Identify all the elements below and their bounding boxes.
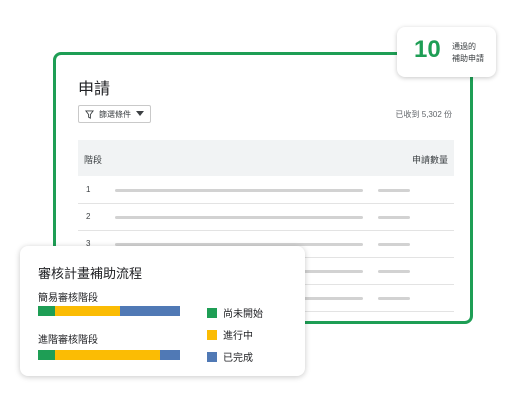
review-flow-card: 審核計畫補助流程 簡易審核階段 進階審核階段 尚未開始 進行中 已完成 bbox=[20, 246, 305, 376]
row-number: 2 bbox=[86, 212, 91, 221]
row-placeholder-count bbox=[378, 189, 410, 192]
segment-done bbox=[160, 350, 180, 360]
row-placeholder-count bbox=[378, 243, 410, 246]
legend-done: 已完成 bbox=[207, 349, 253, 364]
stage-label-advanced: 進階審核階段 bbox=[38, 335, 98, 346]
badge-label-line2: 補助申請 bbox=[452, 54, 484, 63]
legend-swatch-yellow bbox=[207, 329, 217, 340]
segment-in-progress bbox=[55, 350, 161, 360]
column-header-count: 申請數量 bbox=[411, 155, 448, 165]
stage-progress-bar bbox=[38, 350, 180, 360]
filter-label: 篩選條件 bbox=[99, 109, 131, 119]
legend-label: 尚未開始 bbox=[223, 309, 263, 320]
row-number: 1 bbox=[86, 185, 91, 194]
row-placeholder-bar bbox=[115, 216, 363, 219]
table-row[interactable]: 2 bbox=[78, 203, 454, 231]
legend-label: 已完成 bbox=[223, 353, 253, 364]
table-row[interactable]: 1 bbox=[78, 176, 454, 204]
legend-in-progress: 進行中 bbox=[207, 327, 253, 342]
segment-not-started bbox=[38, 350, 56, 360]
chevron-down-icon bbox=[136, 111, 144, 117]
row-placeholder-count bbox=[378, 297, 410, 300]
filter-icon bbox=[85, 109, 94, 119]
legend-swatch-blue bbox=[207, 351, 217, 362]
applications-title: 申請 bbox=[78, 81, 111, 98]
filter-button[interactable]: 篩選條件 bbox=[78, 105, 151, 123]
review-flow-title: 審核計畫補助流程 bbox=[38, 266, 143, 281]
row-placeholder-bar bbox=[115, 189, 363, 192]
received-count: 已收到 5,302 份 bbox=[395, 110, 452, 119]
legend-swatch-green bbox=[207, 307, 217, 318]
segment-not-started bbox=[38, 306, 56, 316]
legend-not-started: 尚未開始 bbox=[207, 305, 263, 320]
stage-progress-bar bbox=[38, 306, 180, 316]
row-placeholder-count bbox=[378, 216, 410, 219]
row-placeholder-count bbox=[378, 270, 410, 273]
column-header-stage: 階段 bbox=[84, 155, 103, 165]
legend-label: 進行中 bbox=[223, 331, 253, 342]
approved-count: 10 bbox=[414, 36, 441, 63]
segment-in-progress bbox=[55, 306, 121, 316]
stage-label-basic: 簡易審核階段 bbox=[38, 293, 98, 304]
segment-done bbox=[120, 306, 180, 316]
table-header: 階段 申請數量 bbox=[78, 140, 454, 176]
approved-grants-badge: 10 通過的 補助申請 bbox=[397, 27, 496, 77]
badge-label-line1: 通過的 bbox=[452, 42, 476, 51]
